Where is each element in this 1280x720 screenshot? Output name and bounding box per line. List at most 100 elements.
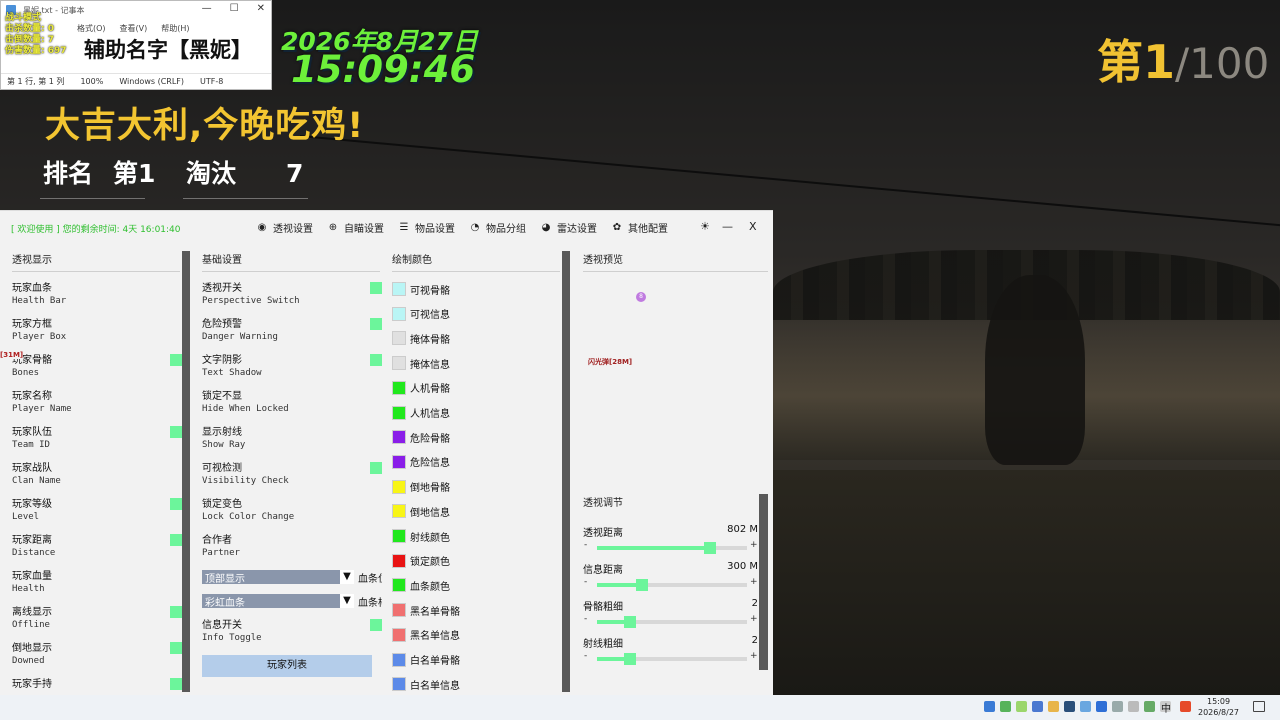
maximize-icon[interactable]: ☐ — [230, 3, 239, 14]
healthbar-position-select[interactable]: 顶部显示 ▼ — [202, 570, 354, 585]
color-item[interactable]: 血条颜色 — [392, 578, 450, 593]
notification-icon[interactable] — [1253, 701, 1265, 712]
menu-view[interactable]: 查看(V) — [120, 23, 148, 34]
tray-bluetooth-icon[interactable] — [1096, 701, 1107, 712]
setting-toggle[interactable] — [370, 354, 382, 366]
color-item[interactable]: 黑名单信息 — [392, 627, 460, 642]
color-swatch[interactable] — [392, 553, 406, 568]
setting-toggle[interactable] — [370, 282, 382, 294]
slider-track[interactable] — [597, 653, 747, 665]
color-item[interactable]: 射线颜色 — [392, 529, 450, 544]
color-label: 锁定颜色 — [410, 557, 450, 569]
color-swatch[interactable] — [392, 529, 406, 543]
setting-toggle[interactable] — [170, 534, 182, 546]
setting-toggle[interactable] — [170, 642, 182, 654]
setting-toggle[interactable] — [170, 354, 182, 366]
color-swatch[interactable] — [392, 627, 406, 642]
slider-track[interactable] — [597, 616, 747, 628]
slider-track[interactable] — [597, 579, 747, 591]
color-item[interactable]: 白名单信息 — [392, 677, 460, 692]
ime-indicator[interactable]: 中 — [1161, 700, 1171, 715]
color-item[interactable]: 可视信息 — [392, 306, 450, 321]
slider-handle[interactable] — [624, 653, 636, 665]
plus-icon[interactable]: + — [750, 651, 758, 661]
col4-scrollbar[interactable] — [759, 494, 768, 670]
menu-format[interactable]: 格式(O) — [77, 23, 106, 34]
setting-toggle[interactable] — [170, 678, 182, 690]
setting-toggle[interactable] — [170, 606, 182, 618]
close-icon[interactable]: ✕ — [257, 3, 265, 14]
plus-icon[interactable]: + — [750, 540, 758, 550]
tray-shield-icon[interactable] — [1144, 701, 1155, 712]
plus-icon[interactable]: + — [750, 614, 758, 624]
color-item[interactable]: 锁定颜色 — [392, 553, 450, 569]
minus-icon[interactable]: - — [584, 540, 587, 550]
tray-mail-icon[interactable] — [1032, 701, 1043, 712]
tab-0[interactable]: ◉ 透视设置 — [256, 220, 313, 235]
tray-network-icon[interactable] — [1112, 701, 1123, 712]
color-item[interactable]: 黑名单骨骼 — [392, 603, 460, 618]
slider-track[interactable] — [597, 542, 747, 554]
panel-minimize-button[interactable]: — — [722, 220, 733, 233]
tray-antivirus-icon[interactable] — [1180, 701, 1191, 712]
tray-globe-icon[interactable] — [1080, 701, 1091, 712]
color-swatch[interactable] — [392, 306, 406, 321]
color-swatch[interactable] — [392, 331, 406, 346]
tab-5[interactable]: ✿ 其他配置 — [611, 220, 668, 235]
col1-scrollbar[interactable] — [182, 251, 190, 692]
tab-3[interactable]: ◔ 物品分组 — [469, 220, 526, 235]
panel-close-button[interactable]: X — [749, 220, 757, 233]
col3-scrollbar[interactable] — [562, 251, 570, 692]
minus-icon[interactable]: - — [584, 651, 587, 661]
color-item[interactable]: 可视骨骼 — [392, 282, 450, 297]
info-toggle-checkbox[interactable] — [370, 619, 382, 631]
slider-handle[interactable] — [624, 616, 636, 628]
tab-2[interactable]: ☰ 物品设置 — [398, 220, 455, 235]
tray-app-icon[interactable] — [984, 701, 995, 712]
color-item[interactable]: 人机信息 — [392, 405, 450, 420]
color-item[interactable]: 危险骨骼 — [392, 430, 450, 445]
color-swatch[interactable] — [392, 603, 406, 618]
color-item[interactable]: 危险信息 — [392, 454, 450, 469]
minimize-icon[interactable]: — — [202, 3, 212, 14]
taskbar-clock[interactable]: 15:09 2026/8/27 — [1198, 696, 1239, 718]
tab-4[interactable]: ◕ 雷达设置 — [540, 220, 597, 235]
tray-cat-icon[interactable] — [1048, 701, 1059, 712]
tray-sync-icon[interactable] — [1000, 701, 1011, 712]
color-swatch[interactable] — [392, 430, 406, 445]
player-list-button[interactable]: 玩家列表 — [202, 655, 372, 677]
plus-icon[interactable]: + — [750, 577, 758, 587]
theme-toggle-icon[interactable]: ☀ — [700, 220, 710, 233]
color-swatch[interactable] — [392, 454, 406, 469]
tab-1[interactable]: ⊕ 自瞄设置 — [327, 220, 384, 235]
tray-mic-icon[interactable] — [1128, 701, 1139, 712]
menu-help[interactable]: 帮助(H) — [161, 23, 189, 34]
tray-steam-icon[interactable] — [1064, 701, 1075, 712]
color-swatch[interactable] — [392, 380, 406, 395]
tray-wechat-icon[interactable] — [1016, 701, 1027, 712]
color-item[interactable]: 掩体信息 — [392, 356, 450, 371]
color-swatch[interactable] — [392, 356, 406, 371]
color-swatch[interactable] — [392, 652, 406, 667]
color-swatch[interactable] — [392, 504, 406, 519]
minus-icon[interactable]: - — [584, 577, 587, 587]
color-swatch[interactable] — [392, 578, 406, 593]
color-swatch[interactable] — [392, 405, 406, 420]
slider-handle[interactable] — [703, 542, 716, 554]
color-swatch[interactable] — [392, 479, 406, 494]
color-item[interactable]: 倒地信息 — [392, 504, 450, 519]
color-item[interactable]: 掩体骨骼 — [392, 331, 450, 346]
setting-toggle[interactable] — [370, 462, 382, 474]
healthbar-style-select[interactable]: 彩虹血条 ▼ — [202, 594, 354, 609]
slider-handle[interactable] — [636, 579, 648, 591]
color-swatch[interactable] — [392, 282, 406, 296]
minus-icon[interactable]: - — [584, 614, 587, 624]
color-item[interactable]: 白名单骨骼 — [392, 652, 460, 667]
setting-toggle[interactable] — [170, 498, 182, 510]
color-item[interactable]: 倒地骨骼 — [392, 479, 450, 494]
setting-toggle[interactable] — [370, 318, 382, 330]
color-swatch[interactable] — [392, 677, 406, 692]
color-item[interactable]: 人机骨骼 — [392, 380, 450, 395]
setting-label-en: Team ID — [12, 440, 50, 450]
setting-toggle[interactable] — [170, 426, 182, 438]
